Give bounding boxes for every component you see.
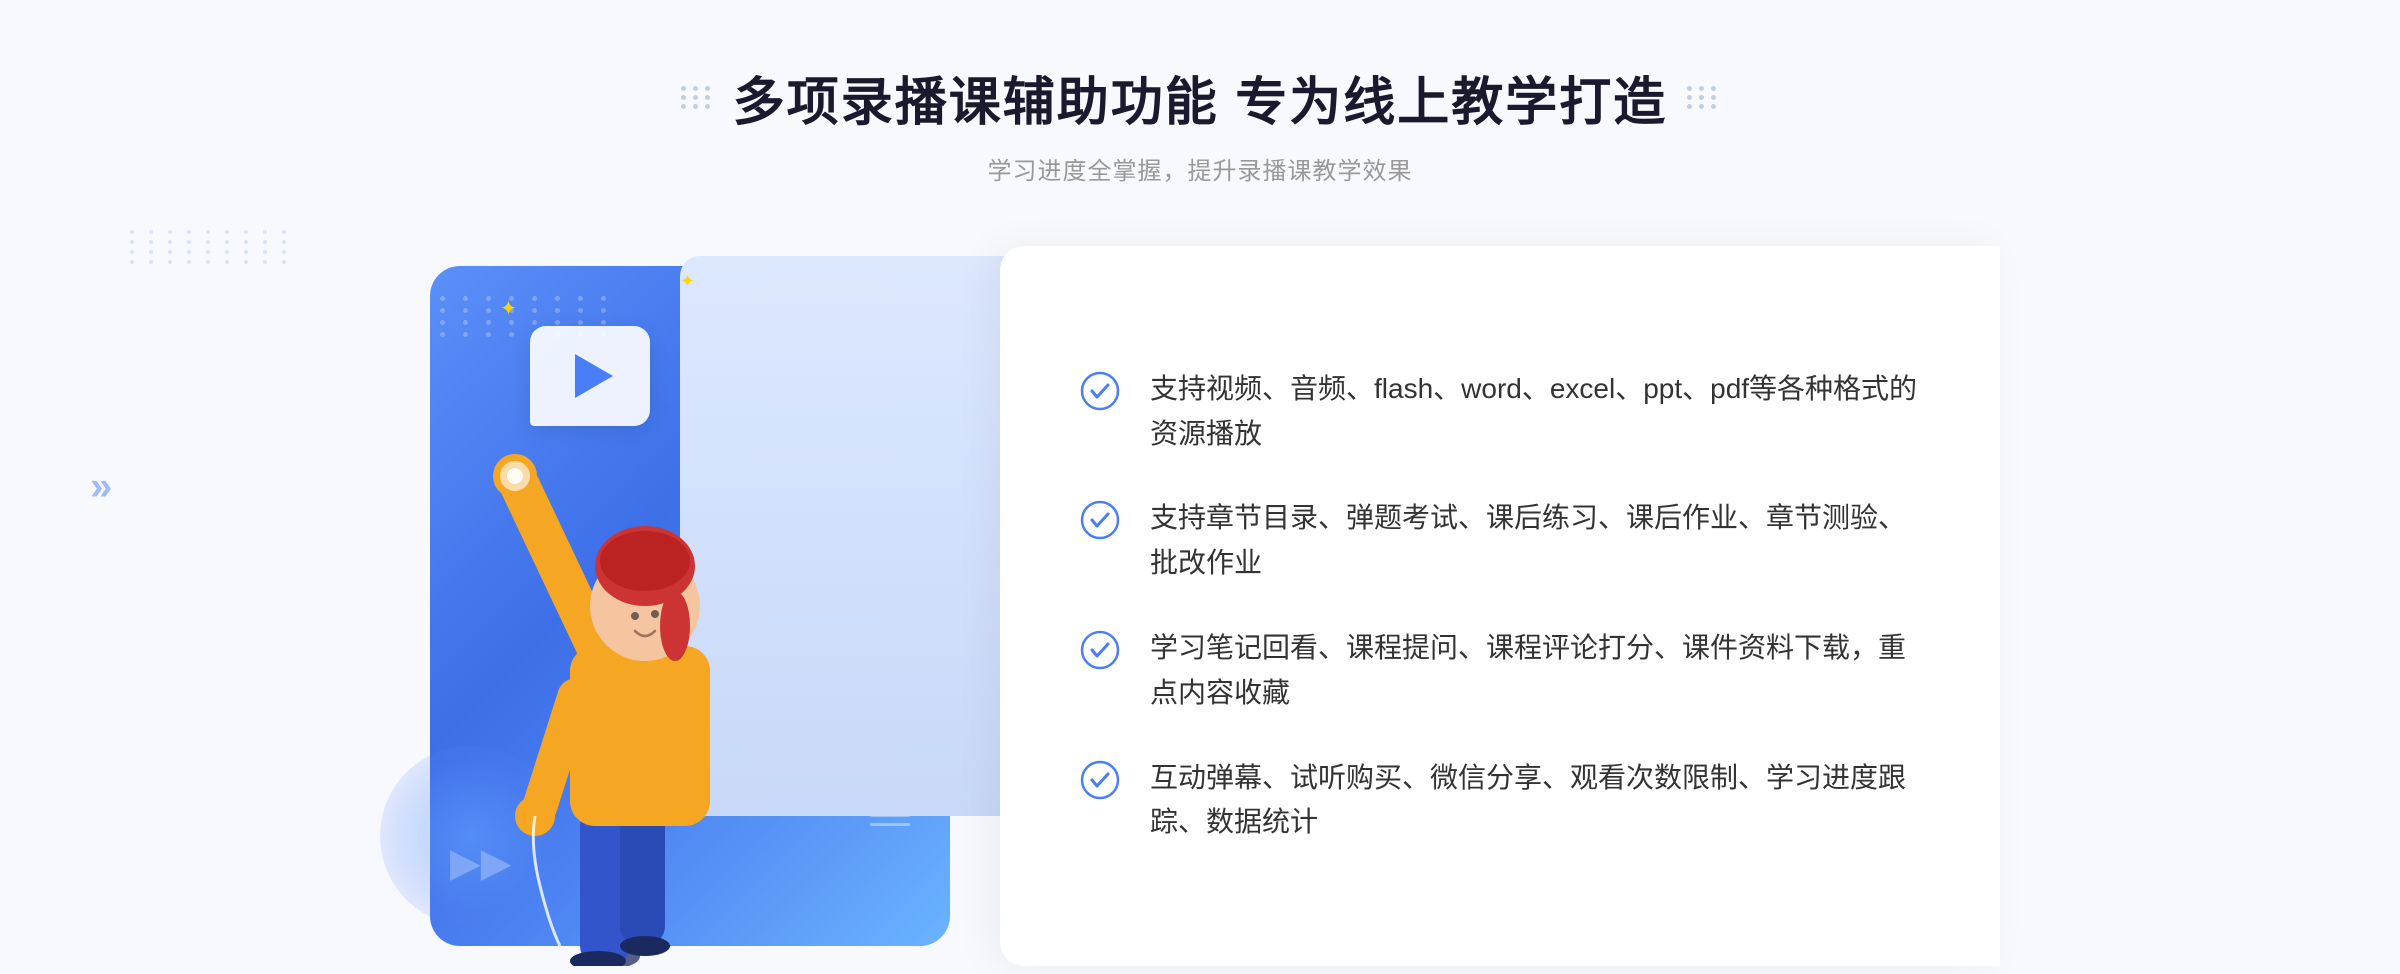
features-list: 支持视频、音频、flash、word、excel、ppt、pdf等各种格式的资源…	[1000, 246, 2000, 966]
decorator-dots-left	[681, 86, 713, 109]
sparkle-icon-2: ✦	[680, 271, 695, 292]
feature-text-2: 支持章节目录、弹题考试、课后练习、课后作业、章节测验、批改作业	[1150, 496, 1920, 586]
page-dots-pattern-left	[130, 230, 295, 264]
check-icon-1	[1080, 371, 1120, 411]
illustration-area: // dots rendered below ▶▶	[400, 246, 1020, 966]
decorator-dots-right	[1687, 86, 1719, 109]
check-icon-4	[1080, 760, 1120, 800]
check-icon-3	[1080, 630, 1120, 670]
page-title: 多项录播课辅助功能 专为线上教学打造	[733, 60, 1667, 135]
feature-item-1: 支持视频、音频、flash、word、excel、ppt、pdf等各种格式的资源…	[1080, 367, 1920, 457]
header-decorators: 多项录播课辅助功能 专为线上教学打造	[681, 60, 1719, 135]
sparkle-icon-1: ✦	[500, 296, 517, 321]
feature-item-2: 支持章节目录、弹题考试、课后练习、课后作业、章节测验、批改作业	[1080, 496, 1920, 586]
left-chevron-arrows: »	[90, 465, 112, 510]
page-container: // Will be rendered inline 多项录播课辅助功能 专为线…	[0, 0, 2400, 974]
header-section: 多项录播课辅助功能 专为线上教学打造 学习进度全掌握，提升录播课教学效果	[681, 60, 1719, 186]
feature-item-3: 学习笔记回看、课程提问、课程评论打分、课件资料下载，重点内容收藏	[1080, 626, 1920, 716]
feature-text-1: 支持视频、音频、flash、word、excel、ppt、pdf等各种格式的资源…	[1150, 367, 1920, 457]
page-subtitle: 学习进度全掌握，提升录播课教学效果	[681, 151, 1719, 186]
check-icon-2	[1080, 500, 1120, 540]
human-figure-illustration	[460, 366, 840, 966]
content-area: // dots rendered below ▶▶	[400, 246, 2000, 966]
feature-item-4: 互动弹幕、试听购买、微信分享、观看次数限制、学习进度跟踪、数据统计	[1080, 756, 1920, 846]
decorative-dots-left: // Will be rendered inline	[120, 320, 285, 451]
feature-text-3: 学习笔记回看、课程提问、课程评论打分、课件资料下载，重点内容收藏	[1150, 626, 1920, 716]
feature-text-4: 互动弹幕、试听购买、微信分享、观看次数限制、学习进度跟踪、数据统计	[1150, 756, 1920, 846]
